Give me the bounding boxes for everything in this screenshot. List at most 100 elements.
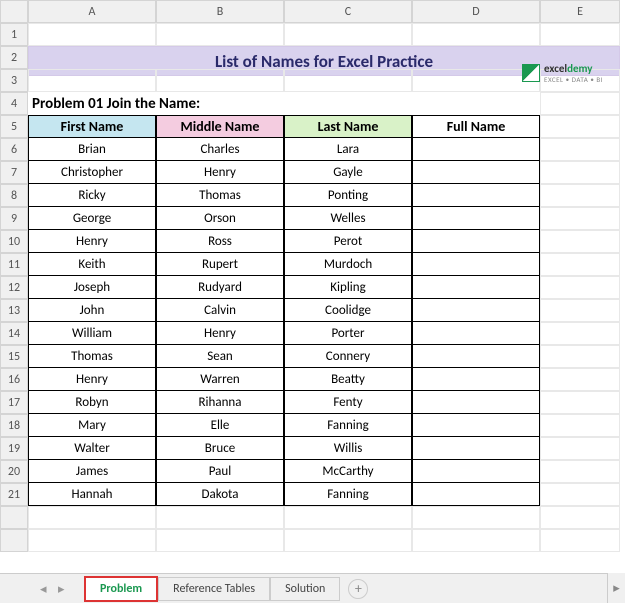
table-cell-last[interactable]: Connery: [284, 345, 412, 368]
empty-cell[interactable]: [540, 506, 620, 529]
table-cell-full[interactable]: [412, 322, 540, 345]
empty-cell[interactable]: [540, 322, 620, 345]
table-cell-first[interactable]: Walter: [28, 437, 156, 460]
row-header[interactable]: 9: [0, 207, 28, 230]
row-header[interactable]: 18: [0, 414, 28, 437]
table-cell-last[interactable]: Murdoch: [284, 253, 412, 276]
table-cell-first[interactable]: Brian: [28, 138, 156, 161]
empty-cell[interactable]: [540, 414, 620, 437]
column-header[interactable]: D: [412, 0, 540, 23]
sheet-tab-problem[interactable]: Problem: [84, 576, 158, 602]
row-header[interactable]: 8: [0, 184, 28, 207]
empty-cell[interactable]: [28, 506, 156, 529]
table-cell-full[interactable]: [412, 391, 540, 414]
row-header[interactable]: 10: [0, 230, 28, 253]
table-cell-full[interactable]: [412, 299, 540, 322]
row-header[interactable]: [0, 506, 28, 529]
empty-cell[interactable]: [540, 184, 620, 207]
table-cell-last[interactable]: Ponting: [284, 184, 412, 207]
table-cell-first[interactable]: Mary: [28, 414, 156, 437]
table-cell-first[interactable]: John: [28, 299, 156, 322]
empty-cell[interactable]: [412, 529, 540, 552]
empty-cell[interactable]: [540, 345, 620, 368]
table-cell-middle[interactable]: Rupert: [156, 253, 284, 276]
empty-cell[interactable]: [28, 23, 156, 46]
row-header[interactable]: 14: [0, 322, 28, 345]
table-cell-last[interactable]: Willis: [284, 437, 412, 460]
empty-cell[interactable]: [156, 529, 284, 552]
table-cell-first[interactable]: Christopher: [28, 161, 156, 184]
empty-cell[interactable]: [540, 253, 620, 276]
row-header[interactable]: 4: [0, 92, 28, 115]
table-cell-full[interactable]: [412, 161, 540, 184]
table-cell-full[interactable]: [412, 460, 540, 483]
empty-cell[interactable]: [156, 69, 284, 92]
table-cell-full[interactable]: [412, 368, 540, 391]
scroll-right-icon[interactable]: ▸: [607, 573, 625, 603]
table-cell-full[interactable]: [412, 207, 540, 230]
row-header[interactable]: 3: [0, 69, 28, 92]
empty-cell[interactable]: [540, 115, 620, 138]
empty-cell[interactable]: [156, 506, 284, 529]
table-cell-first[interactable]: James: [28, 460, 156, 483]
empty-cell[interactable]: [412, 506, 540, 529]
table-cell-first[interactable]: George: [28, 207, 156, 230]
table-cell-last[interactable]: Perot: [284, 230, 412, 253]
row-header[interactable]: 1: [0, 23, 28, 46]
table-cell-middle[interactable]: Rihanna: [156, 391, 284, 414]
table-cell-full[interactable]: [412, 276, 540, 299]
row-header[interactable]: [0, 529, 28, 552]
empty-cell[interactable]: [540, 368, 620, 391]
table-cell-full[interactable]: [412, 138, 540, 161]
row-header[interactable]: 5: [0, 115, 28, 138]
table-cell-first[interactable]: Robyn: [28, 391, 156, 414]
table-cell-last[interactable]: Porter: [284, 322, 412, 345]
table-cell-first[interactable]: Hannah: [28, 483, 156, 506]
column-header[interactable]: E: [540, 0, 620, 23]
row-header[interactable]: 21: [0, 483, 28, 506]
row-header[interactable]: 16: [0, 368, 28, 391]
empty-cell[interactable]: [540, 437, 620, 460]
table-cell-middle[interactable]: Bruce: [156, 437, 284, 460]
row-header[interactable]: 7: [0, 161, 28, 184]
table-cell-full[interactable]: [412, 230, 540, 253]
empty-cell[interactable]: [540, 23, 620, 46]
empty-cell[interactable]: [540, 161, 620, 184]
table-cell-last[interactable]: Fanning: [284, 414, 412, 437]
tab-nav-next-icon[interactable]: ▸: [58, 582, 72, 596]
table-cell-middle[interactable]: Orson: [156, 207, 284, 230]
empty-cell[interactable]: [156, 23, 284, 46]
empty-cell[interactable]: [284, 506, 412, 529]
row-header[interactable]: 6: [0, 138, 28, 161]
table-cell-middle[interactable]: Ross: [156, 230, 284, 253]
table-cell-last[interactable]: Fanning: [284, 483, 412, 506]
table-cell-first[interactable]: William: [28, 322, 156, 345]
table-cell-last[interactable]: Beatty: [284, 368, 412, 391]
table-cell-middle[interactable]: Elle: [156, 414, 284, 437]
empty-cell[interactable]: [540, 391, 620, 414]
table-cell-middle[interactable]: Calvin: [156, 299, 284, 322]
empty-cell[interactable]: [540, 207, 620, 230]
table-cell-middle[interactable]: Henry: [156, 322, 284, 345]
add-sheet-button[interactable]: +: [348, 579, 368, 599]
empty-cell[interactable]: [412, 23, 540, 46]
table-cell-middle[interactable]: Dakota: [156, 483, 284, 506]
row-header[interactable]: 15: [0, 345, 28, 368]
row-header[interactable]: 13: [0, 299, 28, 322]
table-cell-first[interactable]: Keith: [28, 253, 156, 276]
table-cell-last[interactable]: Fenty: [284, 391, 412, 414]
table-cell-last[interactable]: Coolidge: [284, 299, 412, 322]
empty-cell[interactable]: [540, 230, 620, 253]
table-cell-first[interactable]: Ricky: [28, 184, 156, 207]
table-cell-last[interactable]: Gayle: [284, 161, 412, 184]
column-header[interactable]: A: [28, 0, 156, 23]
table-cell-full[interactable]: [412, 253, 540, 276]
table-cell-middle[interactable]: Thomas: [156, 184, 284, 207]
empty-cell[interactable]: [540, 483, 620, 506]
table-cell-first[interactable]: Henry: [28, 368, 156, 391]
row-header[interactable]: 12: [0, 276, 28, 299]
empty-cell[interactable]: [540, 138, 620, 161]
empty-cell[interactable]: [284, 23, 412, 46]
column-header[interactable]: C: [284, 0, 412, 23]
empty-cell[interactable]: [412, 69, 540, 92]
